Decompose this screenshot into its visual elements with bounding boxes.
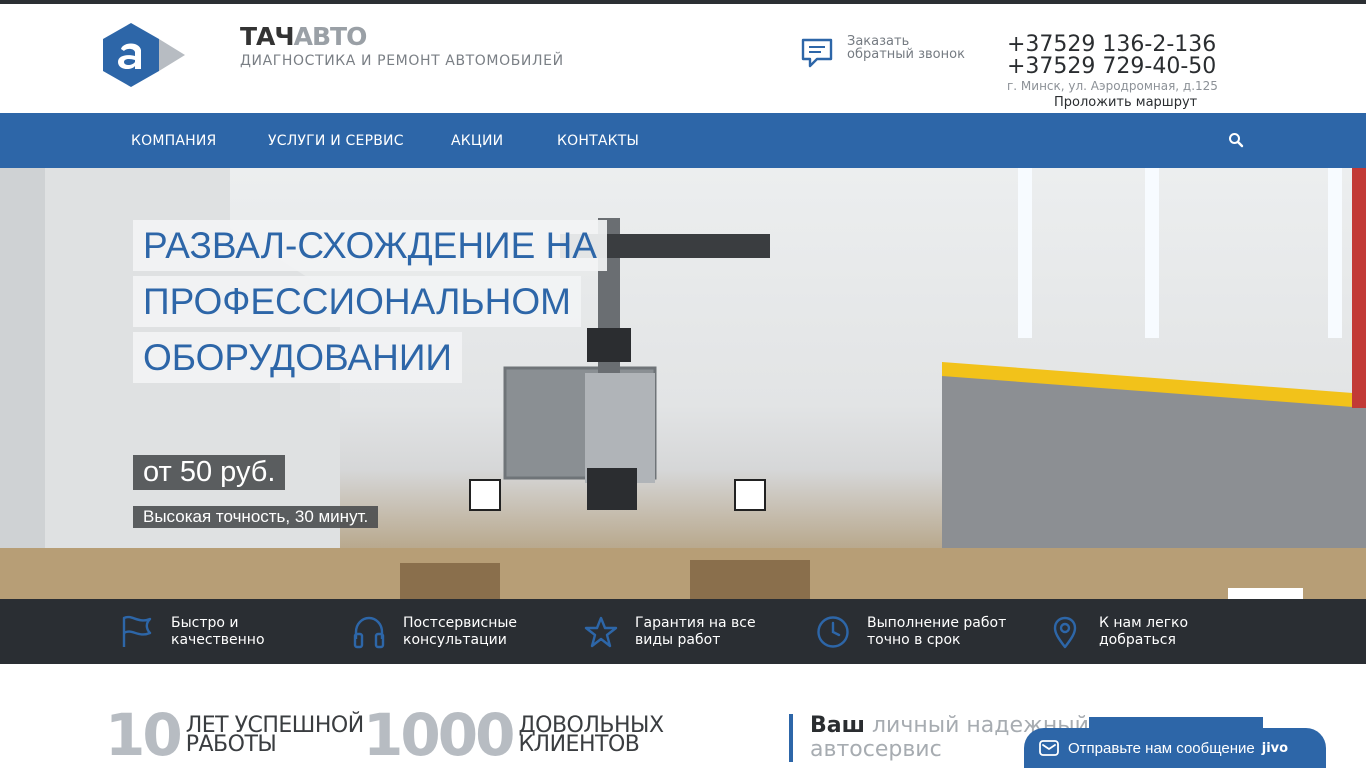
- logo-icon[interactable]: [103, 23, 185, 87]
- hero-title-line-3: ОБОРУДОВАНИИ: [133, 332, 463, 383]
- chat-widget-button[interactable]: Отправьте нам сообщение jivo: [1024, 728, 1326, 768]
- nav-item-promotions[interactable]: АКЦИИ: [451, 133, 503, 149]
- chat-widget-label: Отправьте нам сообщение: [1068, 739, 1255, 757]
- nav-item-services[interactable]: УСЛУГИ И СЕРВИС: [268, 133, 404, 149]
- brand-name-part1: ТАЧ: [240, 22, 295, 51]
- feature-label-line2: точно в срок: [867, 632, 961, 648]
- feature-item-consultations: Постсервисные консультации: [352, 615, 553, 649]
- feature-label: Гарантия на все виды работ: [635, 615, 785, 649]
- chat-bubble-icon: [801, 38, 833, 68]
- phone-number-1[interactable]: +37529 136-2-136: [1007, 34, 1237, 56]
- route-link[interactable]: Проложить маршрут: [1054, 94, 1237, 111]
- hero-banner[interactable]: РАЗВАЛ-СХОЖДЕНИЕ НА ПРОФЕССИОНАЛЬНОМ ОБО…: [0, 168, 1366, 599]
- hero-subtitle: Высокая точность, 30 минут.: [133, 506, 379, 528]
- feature-item-warranty: Гарантия на все виды работ: [584, 615, 785, 649]
- feature-label-line2: консультации: [403, 632, 507, 648]
- feature-label-line1: Постсервисные: [403, 615, 518, 631]
- stat-label: ДОВОЛЬНЫХ КЛИЕНТОВ: [518, 715, 664, 756]
- callback-label: Заказать обратный звонок: [847, 35, 965, 61]
- stat-clients: 1000 ДОВОЛЬНЫХ КЛИЕНТОВ: [363, 706, 664, 764]
- feature-label: К нам легко добраться: [1099, 615, 1249, 649]
- feature-item-location: К нам легко добраться: [1048, 615, 1249, 649]
- feature-label: Постсервисные консультации: [403, 615, 553, 649]
- hero-title-line-2: ПРОФЕССИОНАЛЬНОМ: [133, 276, 581, 327]
- feature-label-line1: Выполнение работ: [867, 615, 1007, 631]
- stat-number: 10: [105, 701, 183, 769]
- feature-label: Выполнение работ точно в срок: [867, 615, 1017, 649]
- callback-request-button[interactable]: Заказать обратный звонок: [801, 35, 965, 69]
- clock-icon: [817, 616, 849, 648]
- brand-name[interactable]: ТАЧАВТО: [240, 24, 564, 50]
- brand-name-part2: АВТО: [293, 22, 368, 51]
- feature-label: Быстро и качественно: [171, 615, 321, 649]
- brand-tagline: ДИАГНОСТИКА И РЕМОНТ АВТОМОБИЛЕЙ: [240, 53, 564, 69]
- feature-item-fast: Быстро и качественно: [120, 615, 321, 649]
- feature-item-on-time: Выполнение работ точно в срок: [816, 615, 1017, 649]
- search-icon[interactable]: [1228, 132, 1244, 148]
- contacts-block: +37529 136-2-136 +37529 729-40-50 г. Мин…: [1007, 34, 1237, 111]
- features-bar: Быстро и качественно Постсервисные консу…: [0, 599, 1366, 664]
- stat-number: 1000: [363, 701, 515, 769]
- site-header: ТАЧАВТО ДИАГНОСТИКА И РЕМОНТ АВТОМОБИЛЕЙ…: [0, 4, 1366, 113]
- address-text: г. Минск, ул. Аэродромная, д.125: [1007, 79, 1218, 93]
- hero-price: от 50 руб.: [133, 455, 286, 490]
- feature-label-line2: качественно: [171, 632, 265, 648]
- hero-title-line-1: РАЗВАЛ-СХОЖДЕНИЕ НА: [133, 220, 607, 271]
- nav-item-contacts[interactable]: КОНТАКТЫ: [557, 133, 639, 149]
- stat-label: ЛЕТ УСПЕШНОЙ РАБОТЫ: [186, 715, 364, 756]
- mail-icon: [1039, 740, 1059, 756]
- star-icon: [584, 616, 618, 648]
- feature-label-line1: Быстро и: [171, 615, 239, 631]
- headphones-icon: [353, 616, 385, 649]
- callback-label-line2: обратный звонок: [847, 47, 965, 62]
- feature-label-line2: виды работ: [635, 632, 721, 648]
- map-pin-icon: [1053, 616, 1077, 649]
- main-navigation: КОМПАНИЯ УСЛУГИ И СЕРВИС АКЦИИ КОНТАКТЫ: [0, 113, 1366, 168]
- feature-label-line1: Гарантия на все: [635, 615, 756, 631]
- brand-block: ТАЧАВТО ДИАГНОСТИКА И РЕМОНТ АВТОМОБИЛЕЙ: [240, 24, 564, 70]
- feature-label-line2: добраться: [1099, 632, 1176, 648]
- jivo-logo: jivo: [1261, 740, 1289, 756]
- stat-years: 10 ЛЕТ УСПЕШНОЙ РАБОТЫ: [105, 706, 364, 764]
- phone-number-2[interactable]: +37529 729-40-50: [1007, 56, 1237, 78]
- nav-item-company[interactable]: КОМПАНИЯ: [131, 133, 216, 149]
- feature-label-line1: К нам легко: [1099, 615, 1189, 631]
- flag-icon: [122, 615, 152, 647]
- slogan-bold: Ваш: [810, 713, 865, 738]
